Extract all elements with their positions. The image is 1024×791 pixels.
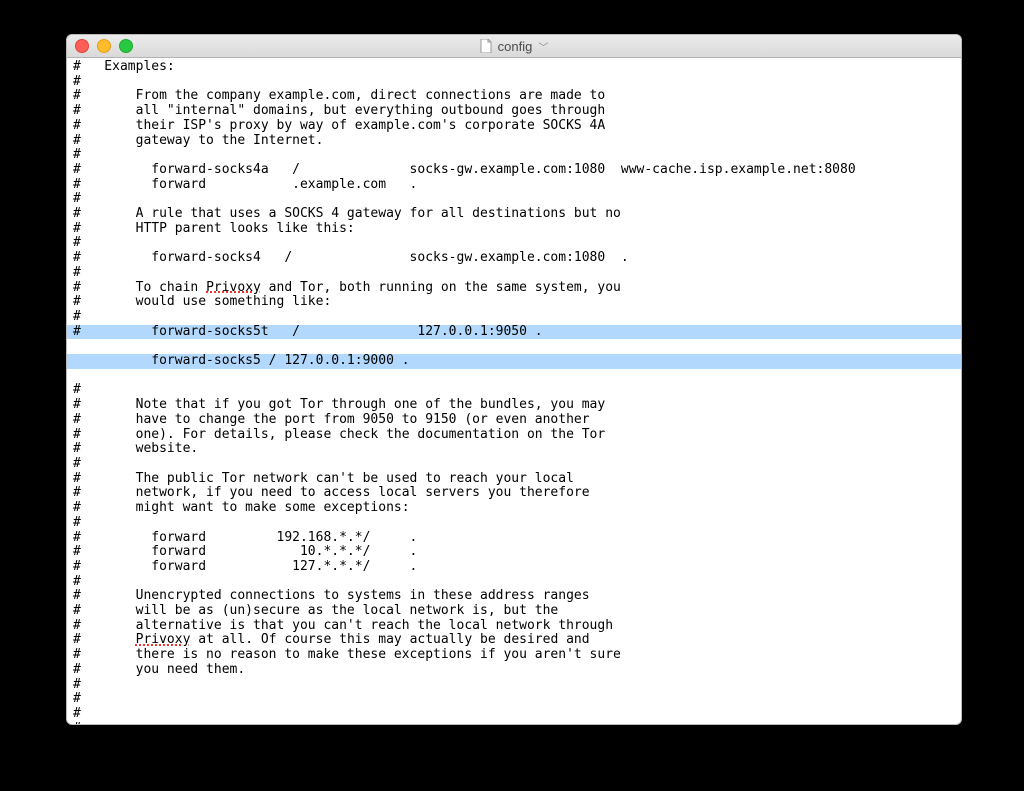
chevron-down-icon: ﹀	[538, 39, 548, 54]
code-line[interactable]: # forward-socks4 / socks-gw.example.com:…	[73, 250, 629, 265]
code-line[interactable]: #	[73, 677, 81, 692]
title-text: config	[498, 39, 533, 54]
code-line[interactable]: #	[73, 147, 81, 162]
code-line[interactable]: # will be as (un)secure as the local net…	[73, 603, 558, 618]
code-line[interactable]: # alternative is that you can't reach th…	[73, 618, 613, 633]
code-line[interactable]: # From the company example.com, direct c…	[73, 88, 605, 103]
code-line[interactable]: # Note that if you got Tor through one o…	[73, 397, 605, 412]
code-line[interactable]: #	[73, 382, 81, 397]
code-line[interactable]: # might want to make some exceptions:	[73, 500, 410, 515]
code-line[interactable]: # forward-socks4a / socks-gw.example.com…	[73, 162, 856, 177]
code-line[interactable]: #	[73, 265, 81, 280]
code-line[interactable]: # forward 127.*.*.*/ .	[73, 559, 417, 574]
code-line[interactable]: #	[73, 309, 81, 324]
code-line[interactable]: #	[73, 721, 81, 724]
code-line[interactable]: # all "internal" domains, but everything…	[73, 103, 605, 118]
code-line[interactable]: # Unencrypted connections to systems in …	[73, 588, 590, 603]
code-line[interactable]: # HTTP parent looks like this:	[73, 221, 355, 236]
text-editor[interactable]: # Examples: # # From the company example…	[67, 58, 961, 724]
selected-line[interactable]: forward-socks5 / 127.0.0.1:9000 .	[67, 354, 961, 369]
code-line[interactable]: #	[73, 515, 81, 530]
code-line[interactable]: # Privoxy at all. Of course this may act…	[73, 632, 590, 647]
code-line[interactable]: # forward 10.*.*.*/ .	[73, 544, 417, 559]
editor-window: config ﹀ # Examples: # # From the compan…	[66, 34, 962, 725]
minimize-button[interactable]	[97, 39, 111, 53]
code-line[interactable]: # gateway to the Internet.	[73, 133, 323, 148]
code-line[interactable]: # you need them.	[73, 662, 245, 677]
window-title[interactable]: config ﹀	[67, 39, 961, 54]
code-line[interactable]: # Examples:	[73, 59, 175, 74]
code-line[interactable]: # would use something like:	[73, 294, 331, 309]
code-line[interactable]: # website.	[73, 441, 198, 456]
code-line[interactable]: # A rule that uses a SOCKS 4 gateway for…	[73, 206, 621, 221]
code-line[interactable]: # one). For details, please check the do…	[73, 427, 605, 442]
code-line[interactable]: #	[73, 706, 81, 721]
window-controls	[75, 39, 133, 53]
code-line[interactable]: #	[73, 74, 81, 89]
close-button[interactable]	[75, 39, 89, 53]
titlebar[interactable]: config ﹀	[67, 35, 961, 58]
code-line[interactable]: # network, if you need to access local s…	[73, 485, 590, 500]
code-line[interactable]: # have to change the port from 9050 to 9…	[73, 412, 590, 427]
code-line[interactable]: # their ISP's proxy by way of example.co…	[73, 118, 605, 133]
selected-line[interactable]: # forward-socks5t / 127.0.0.1:9050 .	[67, 325, 961, 340]
code-line[interactable]: #	[73, 191, 81, 206]
code-line[interactable]: # there is no reason to make these excep…	[73, 647, 621, 662]
zoom-button[interactable]	[119, 39, 133, 53]
code-line[interactable]: #	[73, 456, 81, 471]
code-line[interactable]: #	[73, 235, 81, 250]
code-line[interactable]: #	[73, 691, 81, 706]
code-line[interactable]: # The public Tor network can't be used t…	[73, 471, 574, 486]
code-line[interactable]: # forward 192.168.*.*/ .	[73, 530, 417, 545]
document-icon	[480, 39, 492, 53]
code-line[interactable]: # forward .example.com .	[73, 177, 417, 192]
code-line[interactable]: #	[73, 574, 81, 589]
code-line[interactable]: # To chain Privoxy and Tor, both running…	[73, 280, 621, 295]
